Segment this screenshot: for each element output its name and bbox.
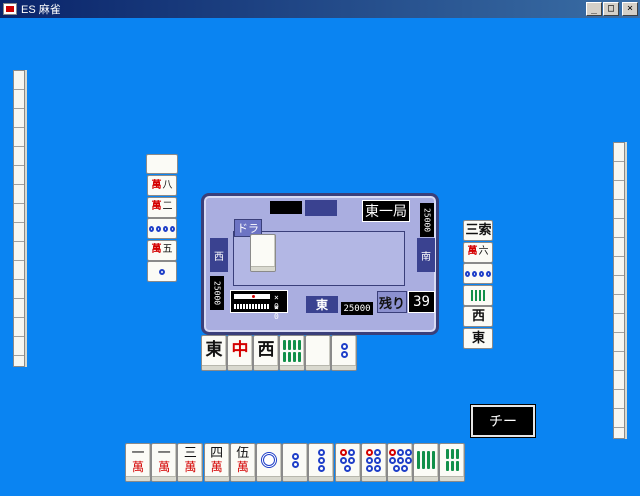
left-meld-tile: 萬八 (147, 175, 177, 196)
left-seat-wind: 西 (210, 238, 228, 272)
window-title: ES 麻雀 (21, 4, 61, 16)
hand-tile[interactable] (282, 443, 309, 482)
hand-tile[interactable] (439, 443, 466, 482)
left-meld-tile (147, 218, 177, 239)
center-info-panel: 東一局 25000 ドラ 西 南 25000 × 0 × 0 東 25000 残… (201, 193, 439, 335)
right-meld-tile (463, 284, 493, 306)
hand-tile[interactable] (256, 443, 282, 482)
discard-tile: 東 (201, 335, 227, 371)
hand-tile[interactable] (413, 443, 440, 482)
right-meld-tile: 東 (463, 327, 493, 349)
stick-counter: × 0 × 0 (230, 290, 288, 321)
discard-tile (305, 335, 331, 371)
riichi-stick-icon (234, 294, 270, 299)
hand-tile[interactable]: 四萬 (203, 443, 230, 482)
window-controls: _ □ × (585, 2, 638, 16)
round-indicator: 東一局 (362, 200, 410, 222)
minimize-button[interactable]: _ (586, 2, 602, 16)
maximize-button[interactable]: □ (603, 2, 619, 16)
self-seat-wind: 東 (306, 296, 338, 313)
right-seat-wind: 南 (417, 238, 435, 272)
hand-tile[interactable] (360, 443, 387, 482)
top-wind-plate (305, 200, 337, 216)
hand-tile[interactable]: 一萬 (151, 443, 178, 482)
left-opponent-wall (13, 70, 25, 367)
honba-stick-icon (234, 304, 270, 309)
close-button[interactable]: × (622, 2, 638, 16)
hand-tile[interactable] (308, 443, 335, 482)
remaining-label: 残り (377, 291, 407, 313)
top-player-score (270, 201, 302, 214)
hand-tile[interactable]: 一萬 (125, 443, 151, 482)
discard-tile (279, 335, 305, 371)
hand-tile[interactable]: 三萬 (177, 443, 204, 482)
hand-tile[interactable] (334, 443, 361, 482)
right-player-score: 25000 (420, 203, 434, 237)
mahjong-table: 萬八萬二萬五 三索萬六西東 東一局 25000 ドラ 西 南 25000 × 0… (0, 18, 640, 496)
right-meld-tile (463, 263, 493, 284)
remaining-tiles-count: 39 (408, 291, 435, 313)
chi-button[interactable]: チー (470, 404, 536, 438)
app-icon (3, 3, 17, 15)
hand-tile[interactable]: 伍萬 (229, 443, 256, 482)
discard-tile: 西 (253, 335, 279, 371)
discard-tile: 中 (227, 335, 253, 371)
discard-tile (331, 335, 357, 371)
right-meld-tile: 萬六 (463, 241, 493, 263)
right-meld-tile: 西 (463, 306, 493, 327)
self-score: 25000 (341, 302, 373, 315)
honba-stick-count: × 0 (274, 303, 279, 321)
title-bar: ES 麻雀 _ □ × (0, 0, 640, 18)
left-tile-back (146, 154, 178, 174)
left-meld-tile (147, 261, 177, 282)
right-meld-tile: 三索 (463, 220, 493, 241)
hand-tile[interactable] (387, 443, 413, 482)
right-opponent-wall (613, 142, 625, 439)
left-meld-tile: 萬五 (147, 239, 177, 261)
dora-indicator-tile (250, 234, 276, 272)
left-player-score: 25000 (210, 276, 224, 310)
left-meld-tile: 萬二 (147, 196, 177, 218)
